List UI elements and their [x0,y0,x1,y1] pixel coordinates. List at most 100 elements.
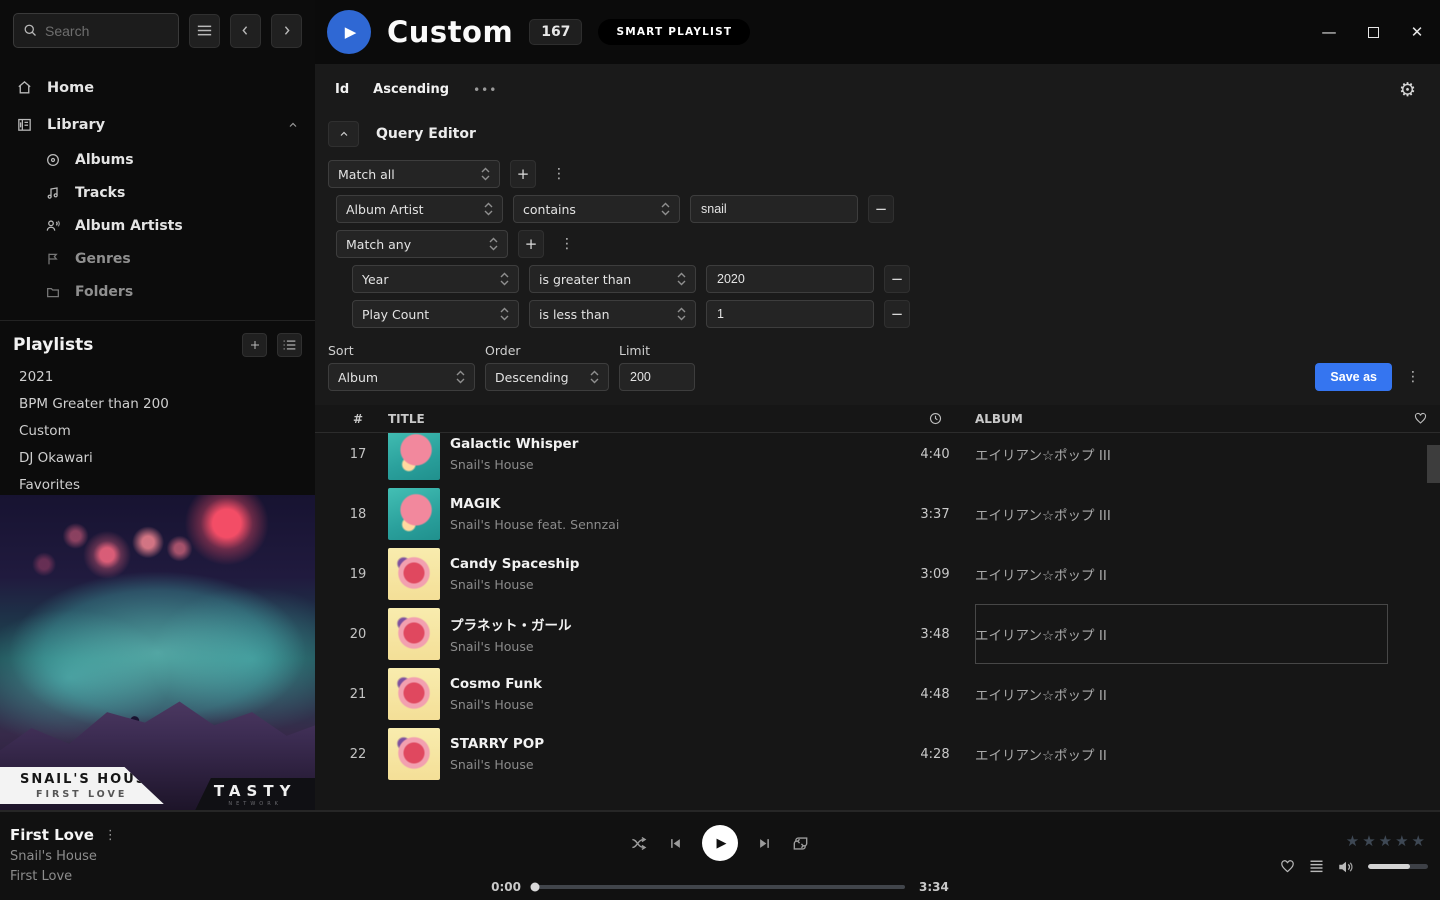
rule-field-select[interactable]: Play Count [352,300,519,328]
save-as-button[interactable]: Save as [1315,363,1392,391]
close-button[interactable]: ✕ [1408,23,1426,41]
star-icon[interactable]: ★ [1346,832,1359,850]
now-playing-artist[interactable]: Snail's House [10,849,117,864]
rule-operator-select[interactable]: contains [513,195,680,223]
seek-slider[interactable] [535,885,905,889]
play-playlist-button[interactable]: ▶ [327,10,371,54]
star-icon[interactable]: ★ [1412,832,1425,850]
library-sublist: Albums Tracks Album Artists [0,143,315,308]
rule-operator-select[interactable]: is less than [529,300,696,328]
remove-rule-button[interactable]: − [868,195,894,223]
number-column-header[interactable]: # [328,412,388,426]
duration-column-header[interactable] [895,411,975,426]
rule-field-select[interactable]: Year [352,265,519,293]
maximize-button[interactable] [1364,23,1382,41]
select-arrows-icon [489,236,498,252]
match-type-select[interactable]: Match any [336,230,508,258]
chevron-up-icon[interactable] [287,119,299,131]
title-column-header[interactable]: TITLE [388,412,450,426]
match-type-select[interactable]: Match all [328,160,500,188]
add-rule-button[interactable]: + [518,230,544,258]
sidebar-item-albums[interactable]: Albums [45,143,315,176]
order-select[interactable]: Descending [485,363,609,391]
add-rule-button[interactable]: + [510,160,536,188]
minimize-button[interactable]: — [1320,23,1338,41]
menu-button[interactable] [189,14,220,48]
play-pause-button[interactable]: ▶ [702,825,738,861]
track-album[interactable]: エイリアン☆ポップ II [975,544,1388,604]
sort-select[interactable]: Album [328,363,475,391]
previous-button[interactable] [668,836,683,851]
sidebar-item-label: Folders [75,284,133,300]
group-menu-button[interactable]: ⋮ [546,160,572,188]
track-album-focused-cell[interactable]: エイリアン☆ポップ II [975,604,1388,664]
repeat-button[interactable] [791,835,810,852]
track-album[interactable]: エイリアン☆ポップ II [975,664,1388,724]
playlist-item[interactable]: Favorites [13,471,302,498]
rule-field-select[interactable]: Album Artist [336,195,503,223]
rule-value-input[interactable] [706,265,874,293]
star-icon[interactable]: ★ [1379,832,1392,850]
collapse-query-editor-button[interactable] [328,121,359,147]
track-album[interactable]: エイリアン☆ポップ III [975,433,1388,484]
playlist-item[interactable]: BPM Greater than 200 [13,390,302,417]
star-icon[interactable]: ★ [1395,832,1408,850]
gear-icon[interactable]: ⚙ [1399,79,1416,101]
table-row[interactable]: 19 Candy SpaceshipSnail's House 3:09 エイリ… [315,544,1440,604]
sort-direction-button[interactable]: Ascending [373,82,449,97]
table-row[interactable]: 17 Galactic WhisperSnail's House 4:40 エイ… [315,433,1440,484]
search-input[interactable] [45,23,169,39]
remove-rule-button[interactable]: − [884,265,910,293]
select-arrows-icon [500,271,509,287]
rule-operator-select[interactable]: is greater than [529,265,696,293]
shuffle-button[interactable] [630,835,649,852]
rule-value-input[interactable] [706,300,874,328]
sidebar-item-home[interactable]: Home [0,69,315,106]
volume-slider[interactable] [1368,864,1428,869]
add-playlist-button[interactable] [242,333,267,357]
playlist-item[interactable]: 2021 [13,363,302,390]
star-icon[interactable]: ★ [1362,832,1375,850]
track-title: MAGIK [450,496,895,512]
sort-field-button[interactable]: Id [335,82,349,97]
table-row[interactable]: 21 Cosmo FunkSnail's House 4:48 エイリアン☆ポッ… [315,664,1440,724]
now-playing-artwork[interactable]: SNAIL'S HOUSE FIRST LOVE TASTY NETWORK [0,495,315,810]
more-options-button[interactable]: ••• [473,83,497,97]
sidebar-item-library[interactable]: Library [0,106,315,143]
favorite-button[interactable] [1279,858,1296,875]
now-playing-menu-button[interactable]: ⋮ [104,828,117,843]
table-row[interactable]: 22 STARRY POPSnail's House 4:28 エイリアン☆ポッ… [315,724,1440,784]
nav-forward-button[interactable] [271,14,302,48]
sort-menu-button[interactable]: ⋮ [1402,363,1424,391]
table-row[interactable]: 18 MAGIKSnail's House feat. Sennzai 3:37… [315,484,1440,544]
plus-icon [249,339,261,351]
next-button[interactable] [757,836,772,851]
sidebar-item-folders[interactable]: Folders [45,275,315,308]
sidebar-item-label: Genres [75,251,131,267]
favorite-column-header[interactable] [1388,411,1428,426]
limit-input[interactable] [619,363,695,391]
match-type-value: Match all [338,167,481,182]
now-playing-title[interactable]: First Love [10,826,94,844]
now-playing-album[interactable]: First Love [10,869,117,884]
playlist-item[interactable]: Custom [13,417,302,444]
seek-handle[interactable] [531,883,540,892]
remove-rule-button[interactable]: − [884,300,910,328]
sidebar-item-genres[interactable]: Genres [45,242,315,275]
volume-icon[interactable] [1337,859,1355,875]
nav-back-button[interactable] [230,14,261,48]
playlist-list-button[interactable] [277,333,302,357]
track-album[interactable]: エイリアン☆ポップ III [975,484,1388,544]
group-menu-button[interactable]: ⋮ [554,230,580,258]
search-box[interactable] [13,13,179,48]
track-album[interactable]: エイリアン☆ポップ II [975,724,1388,784]
table-scrollbar[interactable] [1427,445,1440,483]
table-body: 17 Galactic WhisperSnail's House 4:40 エイ… [315,433,1440,810]
sidebar-item-tracks[interactable]: Tracks [45,176,315,209]
queue-button[interactable] [1309,859,1324,874]
table-row[interactable]: 20 プラネット・ガールSnail's House 3:48 エイリアン☆ポップ… [315,604,1440,664]
playlist-item[interactable]: DJ Okawari [13,444,302,471]
sidebar-item-album-artists[interactable]: Album Artists [45,209,315,242]
album-column-header[interactable]: ALBUM [975,412,1388,426]
rule-value-input[interactable] [690,195,858,223]
